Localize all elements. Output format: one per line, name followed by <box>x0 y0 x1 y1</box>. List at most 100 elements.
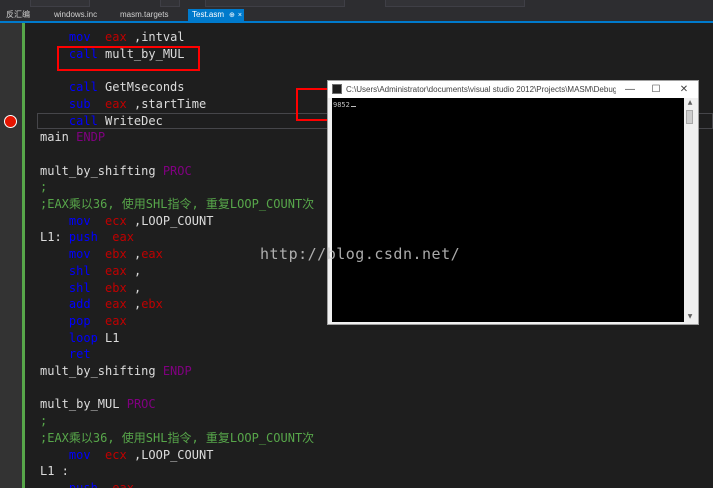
console-title: C:\Users\Administrator\documents\visual … <box>346 85 616 94</box>
code-register: ebx <box>105 247 127 262</box>
code-register: ebx <box>141 297 163 312</box>
breakpoint-gutter[interactable] <box>0 23 22 488</box>
code-line: mov ebx ,eax <box>40 246 163 262</box>
close-icon[interactable]: × <box>238 12 242 19</box>
code-label: L1: <box>40 230 62 245</box>
code-register: eax <box>112 230 134 245</box>
code-line: L1: push eax <box>40 229 134 245</box>
code-separator: , <box>126 447 142 462</box>
code-identifier: mult_by_shifting <box>40 163 156 178</box>
scroll-up-arrow-icon[interactable]: ▲ <box>685 98 695 108</box>
code-comment: ;EAX乘以36, 使用SHL指令, 重复LOOP_COUNT次 <box>40 197 315 211</box>
tab-disassembly[interactable]: 反汇编 <box>2 9 34 21</box>
code-register: eax <box>105 297 127 312</box>
maximize-button[interactable]: ☐ <box>646 83 666 96</box>
code-separator: , <box>126 213 142 228</box>
code-line: mult_by_shifting PROC <box>40 163 192 179</box>
code-directive: PROC <box>126 397 156 412</box>
code-register: ecx <box>105 213 127 228</box>
code-line: pop eax <box>40 313 127 329</box>
code-line: L1 : <box>40 463 69 479</box>
tab-label: 反汇编 <box>6 10 30 19</box>
code-line: shl ebx , <box>40 280 141 296</box>
pin-icon[interactable]: ⊕ <box>229 12 235 19</box>
code-register: eax <box>112 480 134 488</box>
console-output-text: 9852 <box>333 101 350 109</box>
code-identifier: mult_by_MUL <box>40 397 120 412</box>
code-register: eax <box>105 313 127 328</box>
toolbar <box>0 0 713 9</box>
console-title-bar[interactable]: C:\Users\Administrator\documents\visual … <box>328 81 698 98</box>
code-line: mov ecx ,LOOP_COUNT <box>40 447 214 463</box>
minimize-button[interactable]: — <box>620 83 640 96</box>
code-operand: intval <box>141 30 185 44</box>
code-instruction: mov <box>68 213 91 228</box>
code-line: call GetMseconds <box>40 79 185 95</box>
code-line: sub eax ,startTime <box>40 96 206 112</box>
code-separator: , <box>126 280 142 295</box>
code-instruction: loop <box>68 330 98 345</box>
code-instruction: push <box>68 480 98 488</box>
code-comment: ;EAX乘以36, 使用SHL指令, 重复LOOP_COUNT次 <box>40 430 315 445</box>
breakpoint-icon[interactable] <box>4 115 17 128</box>
console-window[interactable]: C:\Users\Administrator\documents\visual … <box>327 80 699 325</box>
code-instruction: call <box>68 113 98 128</box>
code-instruction: add <box>68 297 91 312</box>
project-combo[interactable] <box>30 0 90 7</box>
code-register: eax <box>105 263 127 278</box>
code-operand: startTime <box>141 96 207 111</box>
code-operand: LOOP_COUNT <box>141 447 214 462</box>
code-register: eax <box>105 30 127 44</box>
watermark: http://blog.csdn.net/ <box>260 245 461 263</box>
scroll-thumb[interactable] <box>686 110 693 124</box>
tab-windows-inc[interactable]: windows.inc <box>50 9 101 21</box>
code-identifier: mult_by_shifting <box>40 364 156 378</box>
text-cursor <box>350 106 356 107</box>
code-instruction: ret <box>68 347 91 362</box>
code-comment: ; <box>40 414 48 429</box>
console-scrollbar[interactable]: ▲ ▼ <box>685 98 695 322</box>
code-separator: , <box>126 96 142 111</box>
code-separator: , <box>126 247 142 262</box>
code-line: loop L1 <box>40 330 120 346</box>
tab-test-asm[interactable]: Test.asm ⊕ × <box>188 9 244 21</box>
scroll-down-arrow-icon[interactable]: ▼ <box>685 312 695 322</box>
member-combo[interactable] <box>160 0 180 7</box>
code-instruction: shl <box>68 263 91 278</box>
symbol-combo[interactable] <box>385 0 525 7</box>
console-app-icon <box>332 84 342 94</box>
code-line: push eax <box>40 480 134 488</box>
code-instruction: mov <box>68 247 91 262</box>
code-directive: PROC <box>162 163 192 178</box>
code-line: shl eax , <box>40 263 141 279</box>
code-instruction: call <box>68 80 98 95</box>
tab-masm-targets[interactable]: masm.targets <box>116 9 172 21</box>
code-identifier: main <box>40 130 69 145</box>
code-register: eax <box>141 247 163 262</box>
scope-combo[interactable] <box>205 0 345 7</box>
console-output-area[interactable]: 9852 <box>332 98 684 322</box>
editor-margin <box>25 23 37 488</box>
code-register: eax <box>105 96 127 111</box>
console-output-line: 9852 <box>333 101 356 109</box>
close-button[interactable]: ✕ <box>674 83 694 96</box>
code-line: mult_by_shifting ENDP <box>40 363 192 379</box>
code-operand: GetMseconds <box>97 80 185 95</box>
code-line: main ENDP <box>40 129 105 145</box>
code-instruction: pop <box>68 313 91 328</box>
annotation-box-call <box>57 46 200 71</box>
code-operand: WriteDec <box>97 113 163 128</box>
